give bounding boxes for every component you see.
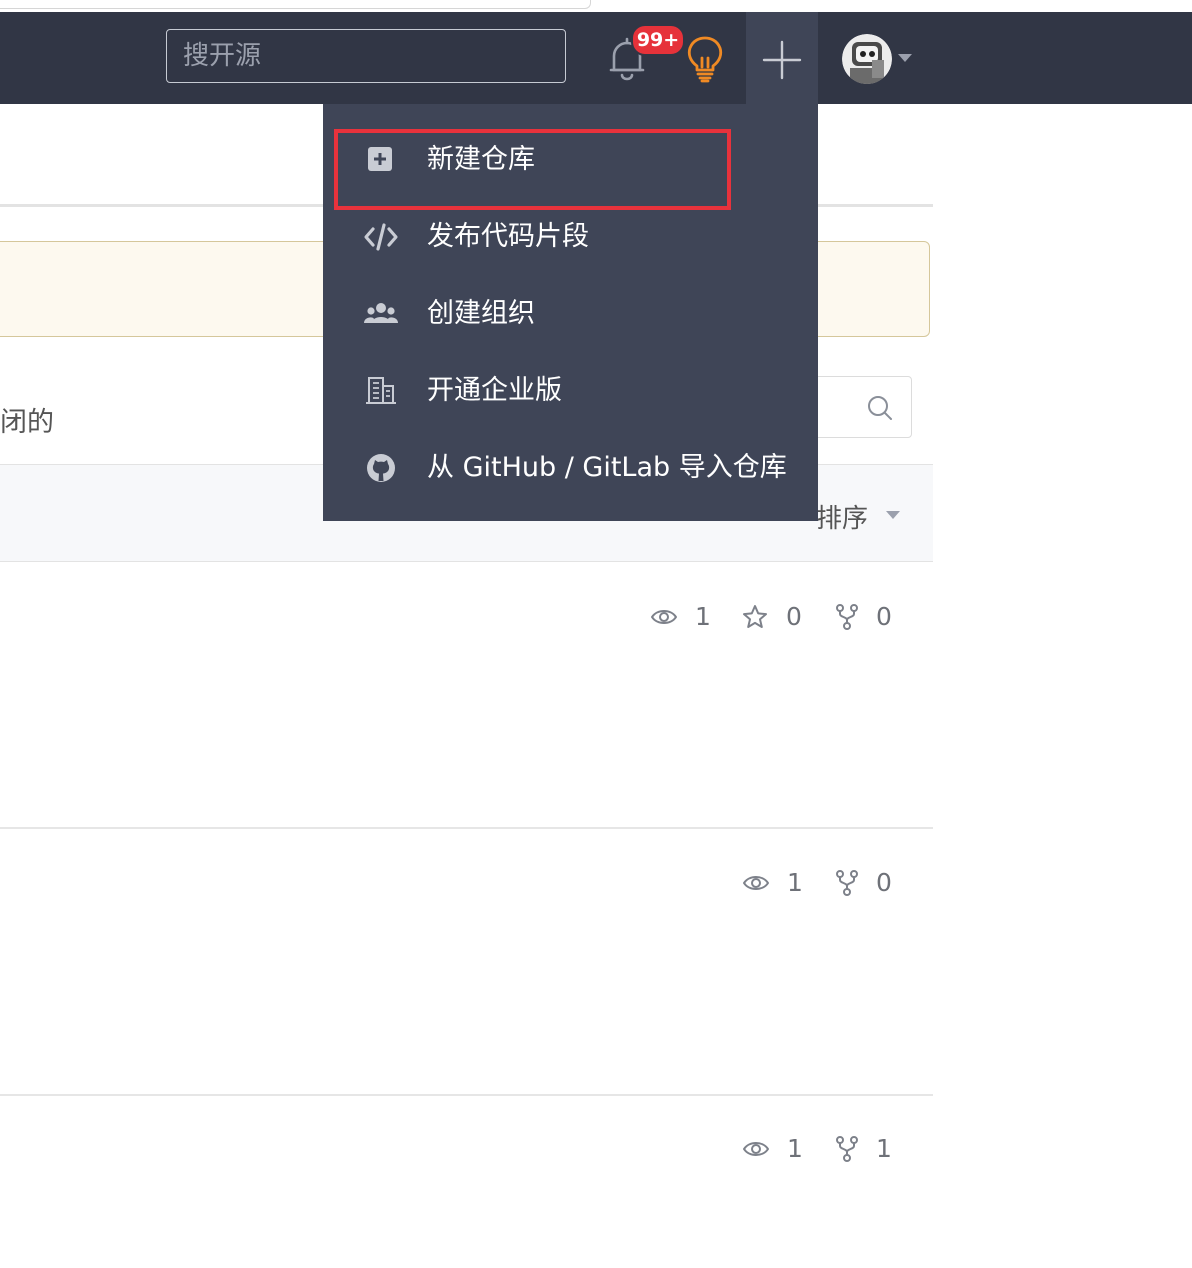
star-count[interactable]: 0	[742, 602, 802, 632]
star-value: 0	[786, 602, 802, 631]
top-navbar: 99+	[0, 12, 1192, 104]
watch-value: 1	[787, 868, 803, 897]
sort-dropdown[interactable]: 排序	[816, 498, 868, 535]
fork-icon	[836, 1136, 858, 1162]
menu-item-label: 发布代码片段	[427, 221, 589, 252]
fork-count[interactable]: 0	[836, 602, 892, 632]
menu-item-import-repo[interactable]: 从 GitHub / GitLab 导入仓库	[323, 438, 818, 498]
code-icon	[364, 223, 398, 251]
menu-item-label: 开通企业版	[427, 375, 562, 406]
filter-tab-closed[interactable]: 闭的	[0, 400, 54, 439]
watch-count[interactable]: 1	[743, 1134, 803, 1164]
lightbulb-icon[interactable]	[684, 34, 726, 84]
watch-value: 1	[787, 1134, 803, 1163]
watch-count[interactable]: 1	[743, 868, 803, 898]
menu-item-label: 创建组织	[427, 298, 535, 329]
eye-icon	[743, 876, 769, 890]
fork-icon	[836, 870, 858, 896]
search-icon	[868, 396, 892, 420]
eye-icon	[743, 1142, 769, 1156]
fork-count[interactable]: 0	[836, 868, 892, 898]
watch-value: 1	[695, 602, 711, 631]
notification-badge: 99+	[631, 24, 685, 56]
sort-caret-icon[interactable]	[886, 511, 900, 519]
plus-icon	[762, 40, 802, 80]
fork-count[interactable]: 1	[836, 1134, 892, 1164]
create-plus-button[interactable]	[746, 12, 818, 104]
fork-icon	[836, 604, 858, 630]
highlight-box	[334, 129, 731, 210]
caret-down-icon[interactable]	[898, 54, 912, 62]
eye-icon	[651, 610, 677, 624]
fork-value: 0	[876, 602, 892, 631]
building-icon	[366, 377, 396, 404]
row-divider	[0, 827, 933, 829]
users-icon	[364, 303, 398, 323]
menu-item-create-org[interactable]: 创建组织	[323, 284, 818, 344]
row-divider	[0, 1094, 933, 1096]
menu-item-enterprise[interactable]: 开通企业版	[323, 361, 818, 421]
browser-tab-edge	[0, 0, 591, 9]
star-icon	[743, 605, 767, 628]
menu-item-publish-snippet[interactable]: 发布代码片段	[323, 207, 818, 267]
fork-value: 1	[876, 1134, 892, 1163]
watch-count[interactable]: 1	[651, 602, 711, 632]
search-input[interactable]	[166, 29, 566, 83]
github-icon	[367, 454, 395, 482]
avatar[interactable]	[842, 34, 892, 84]
fork-value: 0	[876, 868, 892, 897]
menu-item-label: 从 GitHub / GitLab 导入仓库	[427, 452, 787, 483]
browser-top-strip	[0, 0, 1192, 12]
